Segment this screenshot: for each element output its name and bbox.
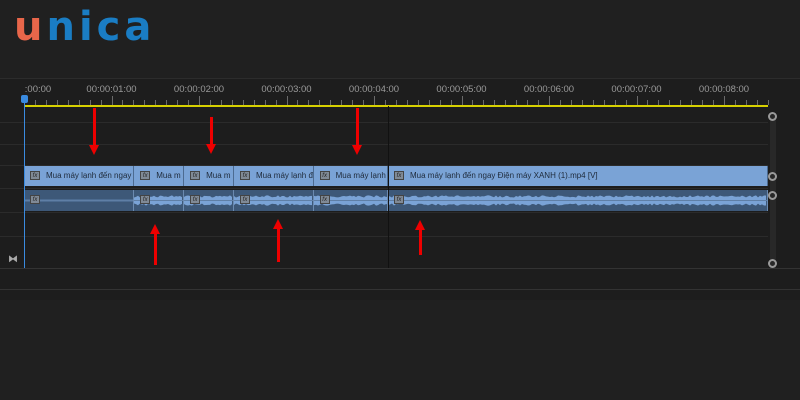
fx-badge-icon: fx	[240, 171, 250, 180]
video-clip[interactable]: fx Mua máy lạnh đến ngay Điện máy XANH (1…	[388, 166, 768, 186]
fx-badge-icon: fx	[190, 171, 200, 180]
track-divider	[0, 268, 800, 269]
ruler-tick	[374, 96, 375, 105]
edit-line	[388, 106, 389, 268]
ruler-tick	[549, 96, 550, 105]
track-divider	[0, 144, 768, 145]
track-divider	[0, 236, 768, 237]
timeline-panel[interactable]	[0, 78, 800, 300]
video-clip[interactable]: fx Mua máy lạnh	[314, 166, 388, 186]
fx-badge-icon: fx	[320, 195, 330, 204]
zoom-handle-icon[interactable]: ⧓	[8, 254, 18, 265]
annotation-arrow-up	[419, 229, 422, 255]
ruler-label: 00:00:05:00	[436, 84, 486, 95]
ruler-tick	[724, 96, 725, 105]
scroll-handle-bottom[interactable]	[768, 259, 777, 268]
video-clip[interactable]: fx Mua máy lạnh đ	[234, 166, 314, 186]
ruler-label: 00:00:03:00	[261, 84, 311, 95]
annotation-arrow-up	[277, 228, 280, 262]
track-divider	[0, 122, 768, 123]
ruler-tick	[287, 96, 288, 105]
ruler-label: 00:00:07:00	[611, 84, 661, 95]
track-divider	[0, 188, 768, 189]
annotation-arrow-down	[356, 108, 359, 146]
ruler-label: 00:00:04:00	[349, 84, 399, 95]
fx-badge-icon: fx	[30, 171, 40, 180]
ruler-tick	[199, 96, 200, 105]
clip-label: Mua máy lạnh đến ngay	[46, 171, 131, 180]
waveform	[388, 190, 768, 211]
fx-badge-icon: fx	[394, 195, 404, 204]
audio-clip[interactable]: fx	[234, 190, 314, 211]
track-height-handle[interactable]	[768, 191, 777, 200]
ruler-label: :00:00	[25, 84, 51, 95]
clip-label: Mua m	[156, 171, 180, 180]
fx-badge-icon: fx	[140, 171, 150, 180]
panel-bottom	[0, 289, 800, 290]
playhead-handle[interactable]	[21, 95, 28, 103]
fx-badge-icon: fx	[190, 195, 200, 204]
ruler-tick	[462, 96, 463, 105]
track-divider	[0, 212, 768, 213]
annotation-arrow-down	[93, 108, 96, 146]
ruler-tick	[112, 96, 113, 105]
ruler-label: 00:00:02:00	[174, 84, 224, 95]
audio-clip[interactable]: fx	[314, 190, 388, 211]
unica-logo: unica	[14, 4, 155, 50]
ruler-tick	[637, 96, 638, 105]
clip-label: Mua máy lạnh đến ngay Điện máy XANH (1).…	[410, 171, 598, 180]
video-clip[interactable]: fx Mua m	[184, 166, 234, 186]
playhead[interactable]	[24, 96, 25, 268]
annotation-arrow-down	[210, 117, 213, 145]
fx-badge-icon: fx	[30, 195, 40, 204]
audio-clip[interactable]: fx	[134, 190, 184, 211]
clip-label: Mua m	[206, 171, 230, 180]
audio-clip[interactable]: fx	[24, 190, 134, 211]
audio-clip[interactable]: fx	[184, 190, 234, 211]
video-clip[interactable]: fx Mua máy lạnh đến ngay	[24, 166, 134, 186]
clip-label: Mua máy lạnh đ	[256, 171, 313, 180]
clip-label: Mua máy lạnh	[336, 171, 386, 180]
fx-badge-icon: fx	[140, 195, 150, 204]
fx-badge-icon: fx	[320, 171, 330, 180]
annotation-arrow-up	[154, 233, 157, 265]
waveform	[24, 190, 134, 211]
work-area-bar[interactable]	[24, 105, 768, 107]
fx-badge-icon: fx	[240, 195, 250, 204]
track-height-handle[interactable]	[768, 172, 777, 181]
ruler-label: 00:00:06:00	[524, 84, 574, 95]
ruler-label: 00:00:01:00	[86, 84, 136, 95]
ruler-label: 00:00:08:00	[699, 84, 749, 95]
audio-clip[interactable]: fx	[388, 190, 768, 211]
video-clip[interactable]: fx Mua m	[134, 166, 184, 186]
fx-badge-icon: fx	[394, 171, 404, 180]
scroll-handle-top[interactable]	[768, 112, 777, 121]
